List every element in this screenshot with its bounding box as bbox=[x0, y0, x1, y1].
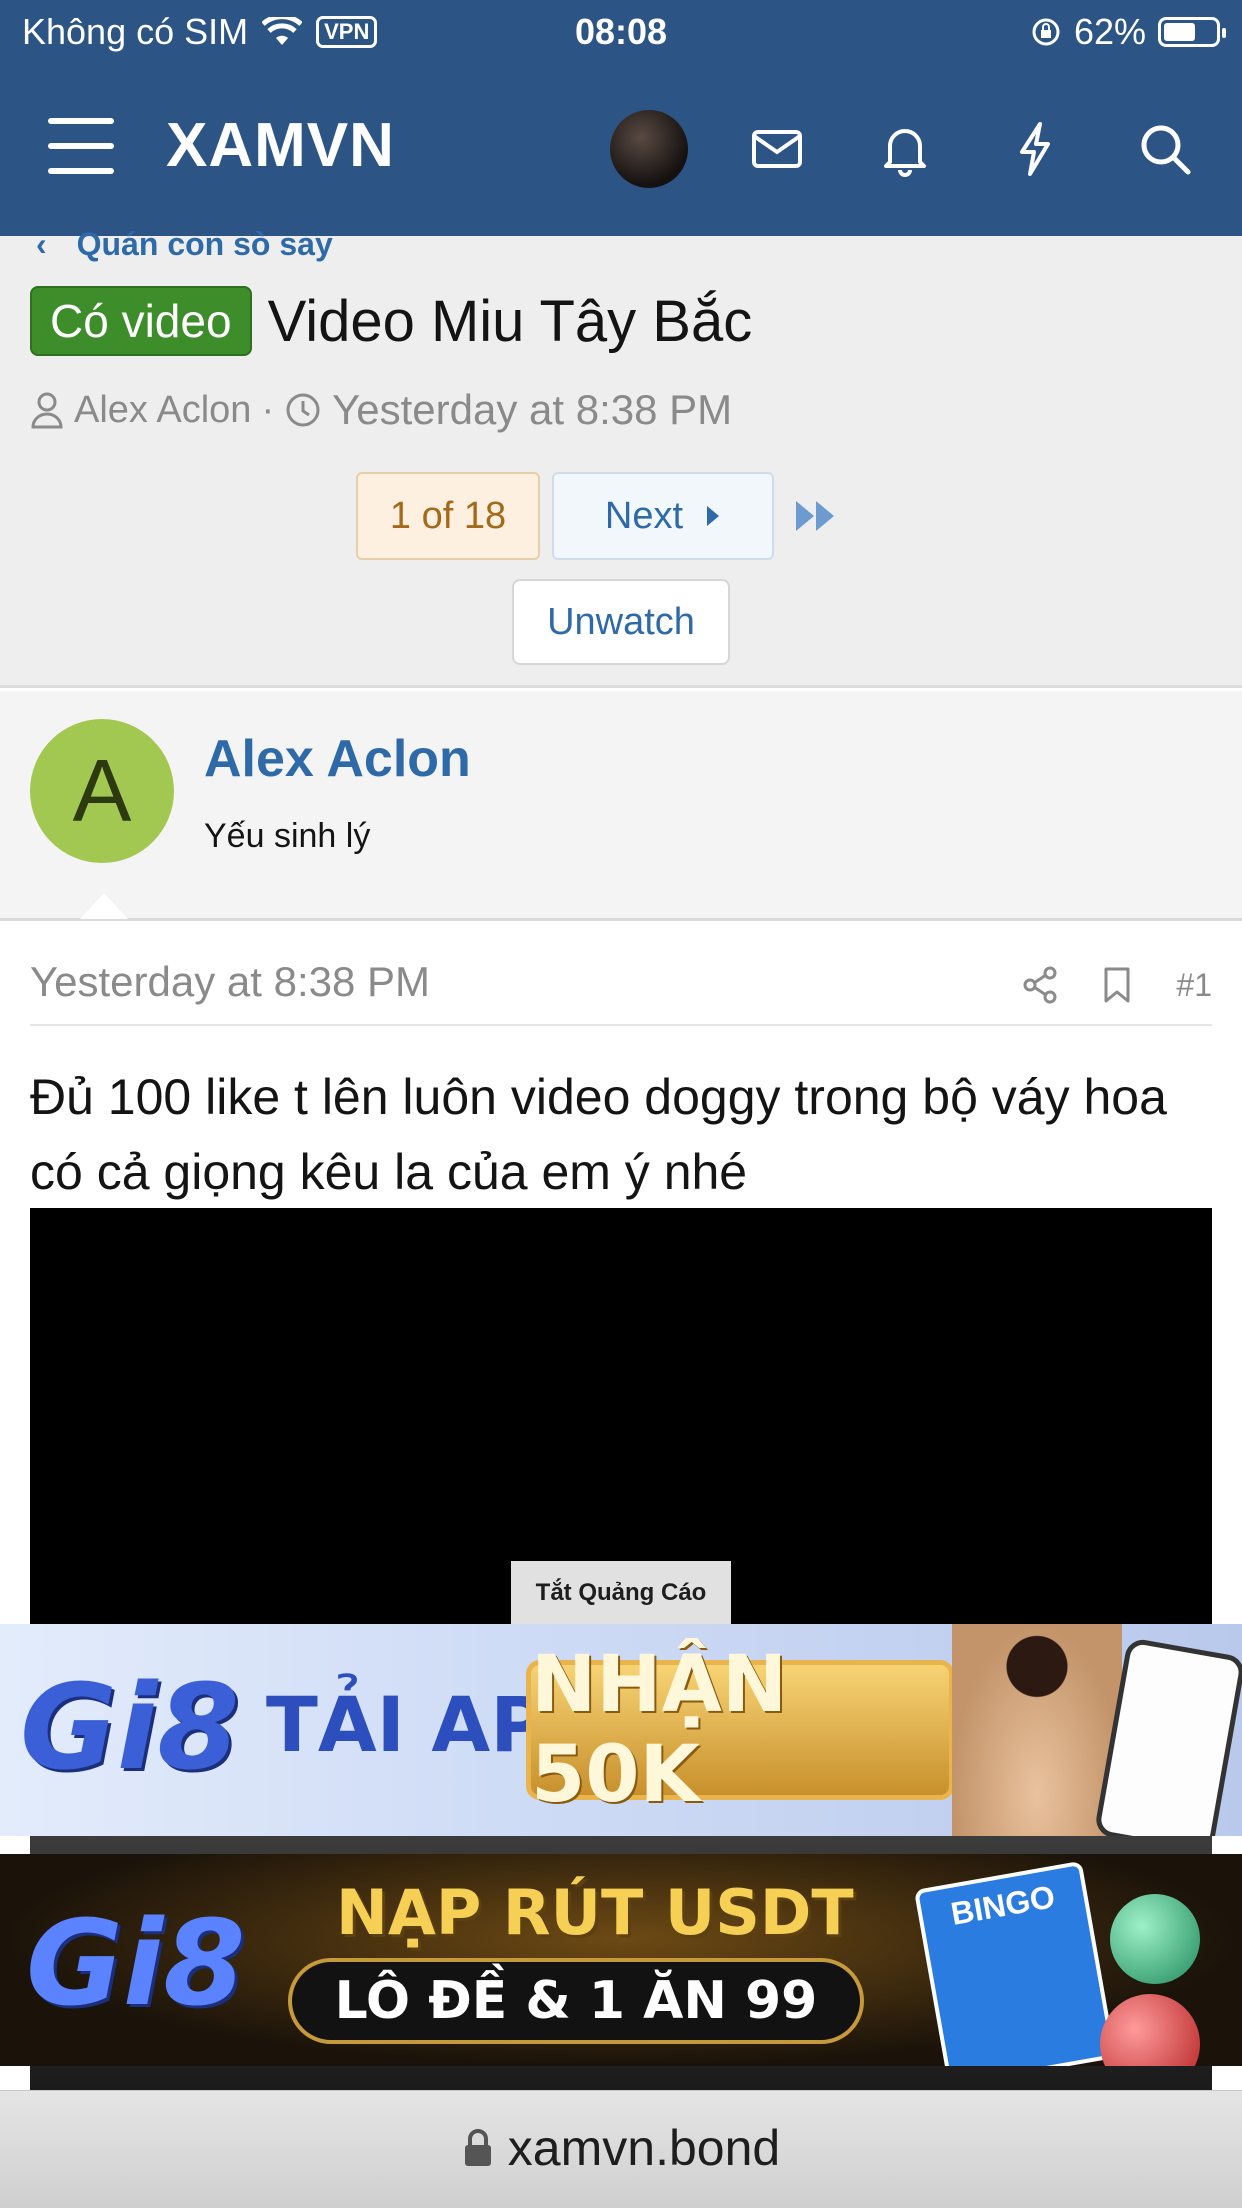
breadcrumb-label[interactable]: Quán con sò say bbox=[77, 226, 333, 263]
user-icon bbox=[31, 392, 63, 429]
thread-header: ‹ Quán con sò say Có video Video Miu Tây… bbox=[0, 226, 1242, 688]
ad2-ball-image bbox=[1110, 1894, 1200, 1984]
post-avatar[interactable]: A bbox=[30, 719, 174, 863]
battery-icon bbox=[1158, 17, 1226, 47]
share-icon[interactable] bbox=[1022, 966, 1058, 1004]
user-title: Yếu sinh lý bbox=[204, 817, 371, 855]
meta-separator: · bbox=[261, 388, 275, 431]
breadcrumb[interactable]: ‹ Quán con sò say bbox=[36, 226, 333, 263]
pagination: 1 of 18 Next bbox=[0, 472, 1242, 560]
search-icon[interactable] bbox=[1130, 114, 1200, 184]
caret-right-icon bbox=[707, 506, 720, 526]
post-text: Đủ 100 like t lên luôn video doggy trong… bbox=[30, 1069, 1167, 1200]
site-header: XAMVN bbox=[0, 62, 1242, 236]
prefix-badge[interactable]: Có video bbox=[30, 286, 252, 356]
post-number[interactable]: #1 bbox=[1176, 967, 1212, 1004]
bookmark-icon[interactable] bbox=[1102, 966, 1132, 1004]
post-user-block: A Alex Aclon Yếu sinh lý bbox=[0, 691, 1242, 921]
ad2-bingo-card: BINGO bbox=[913, 1860, 1117, 2066]
unwatch-button[interactable]: Unwatch bbox=[512, 579, 730, 665]
ad-banner-1[interactable]: Gi8 TẢI APP NHẬN 50K bbox=[0, 1624, 1242, 1836]
url-domain: xamvn.bond bbox=[507, 2120, 781, 2176]
battery-percent: 62% bbox=[1073, 11, 1146, 52]
inbox-icon[interactable] bbox=[742, 114, 812, 184]
thread-meta: Alex Aclon · Yesterday at 8:38 PM bbox=[30, 386, 732, 434]
ad2-subline: LÔ ĐỀ & 1 ĂN 99 bbox=[288, 1958, 864, 2044]
ad2-brand: Gi8 bbox=[26, 1894, 246, 2032]
browser-url-bar[interactable]: xamvn.bond bbox=[0, 2090, 1242, 2208]
lock-icon bbox=[464, 2129, 491, 2166]
post-date[interactable]: Yesterday at 8:38 PM bbox=[30, 958, 430, 1005]
page-indicator[interactable]: 1 of 18 bbox=[356, 472, 540, 560]
chevron-left-icon: ‹ bbox=[36, 226, 47, 262]
user-avatar[interactable] bbox=[610, 110, 688, 188]
ad2-ball-image bbox=[1100, 1994, 1200, 2066]
status-bar: Không có SIM VPN 08:08 62% bbox=[0, 0, 1242, 62]
fast-forward-icon bbox=[796, 501, 834, 531]
ad1-offer: NHẬN 50K bbox=[526, 1640, 954, 1820]
next-page-button[interactable]: Next bbox=[552, 472, 774, 560]
thread-timestamp[interactable]: Yesterday at 8:38 PM bbox=[332, 386, 732, 434]
orientation-lock-icon bbox=[1032, 18, 1060, 46]
thread-title: Video Miu Tây Bắc bbox=[267, 288, 753, 354]
bell-icon[interactable] bbox=[870, 114, 940, 184]
top-bar: Không có SIM VPN 08:08 62% XAMVN bbox=[0, 0, 1242, 236]
thread-author[interactable]: Alex Aclon bbox=[74, 389, 251, 432]
ad2-headline: NẠP RÚT USDT bbox=[336, 1876, 854, 1949]
post-username[interactable]: Alex Aclon bbox=[204, 729, 471, 789]
next-label: Next bbox=[604, 494, 684, 537]
menu-icon[interactable] bbox=[48, 118, 114, 174]
close-ads-button[interactable]: Tắt Quảng Cáo bbox=[511, 1561, 731, 1625]
site-logo[interactable]: XAMVN bbox=[166, 110, 395, 181]
clock-icon bbox=[286, 393, 320, 427]
last-page-button[interactable] bbox=[786, 472, 846, 560]
ad1-brand: Gi8 bbox=[20, 1658, 240, 1796]
ad-banner-2[interactable]: Gi8 NẠP RÚT USDT LÔ ĐỀ & 1 ĂN 99 BINGO bbox=[0, 1854, 1242, 2066]
post-caret bbox=[80, 893, 128, 919]
post-meta: Yesterday at 8:38 PM #1 bbox=[30, 958, 1212, 1026]
lightning-icon[interactable] bbox=[1000, 114, 1070, 184]
ad1-model-image bbox=[952, 1624, 1122, 1836]
